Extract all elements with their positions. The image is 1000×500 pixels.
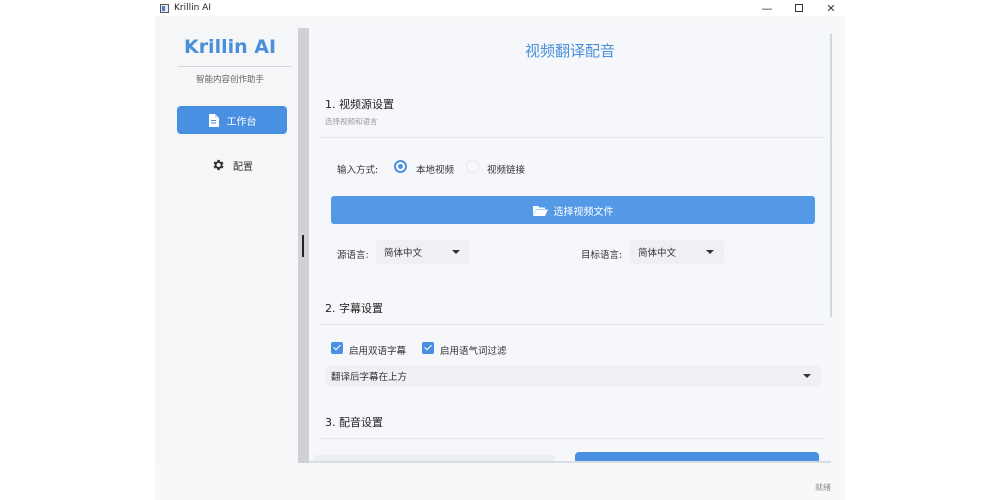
main-content: 视频翻译配音 1. 视频源设置 选择视频和语言 输入方式: 本地视频 视频链接 … <box>309 30 831 463</box>
target-language-select[interactable]: 简体中文 <box>630 240 724 264</box>
subtitle-position-select[interactable]: 翻译后字幕在上方 <box>325 366 821 386</box>
select-video-file-button[interactable]: 选择视频文件 <box>331 196 815 224</box>
horizontal-scrollbar[interactable] <box>309 461 831 463</box>
input-mode-label: 输入方式: <box>337 165 379 176</box>
subtitle-position-value: 翻译后字幕在上方 <box>331 372 408 383</box>
splitter-handle[interactable] <box>302 235 304 257</box>
chevron-down-icon <box>803 374 811 378</box>
target-language-value: 简体中文 <box>638 248 677 259</box>
gear-icon <box>211 158 225 172</box>
sidebar: Krillin AI 智能内容创作助手 工作台 配置 <box>155 16 305 463</box>
checkbox-bilingual-subtitles-label[interactable]: 启用双语字幕 <box>349 343 406 357</box>
chevron-down-icon <box>706 250 714 254</box>
sidebar-item-label: 配置 <box>233 161 253 173</box>
folder-open-icon <box>532 205 548 216</box>
title-bar: Krillin AI — ✕ <box>155 0 845 16</box>
section-dubbing-title: 3. 配音设置 <box>325 416 383 429</box>
section-subtitle-title: 2. 字幕设置 <box>325 302 383 315</box>
section-divider <box>319 438 825 439</box>
close-button[interactable]: ✕ <box>815 0 847 16</box>
app-window: Krillin AI — ✕ Krillin AI 智能内容创作助手 工作台 配… <box>155 0 845 500</box>
section-video-source-title: 1. 视频源设置 <box>325 98 394 111</box>
brand-logo: Krillin AI <box>183 36 277 58</box>
maximize-button[interactable] <box>783 0 815 16</box>
radio-video-link-label[interactable]: 视频链接 <box>487 162 525 176</box>
target-language-label: 目标语言: <box>581 250 623 261</box>
page-title: 视频翻译配音 <box>524 42 615 60</box>
checkbox-filler-filter-label[interactable]: 启用语气词过滤 <box>440 343 507 357</box>
sidebar-item-config[interactable]: 配置 <box>177 151 287 179</box>
brand-subtitle: 智能内容创作助手 <box>195 75 264 85</box>
select-video-file-label: 选择视频文件 <box>553 206 614 218</box>
sidebar-item-workbench[interactable]: 工作台 <box>177 106 287 134</box>
sidebar-item-label: 工作台 <box>226 116 257 128</box>
app-icon <box>160 3 169 13</box>
maximize-icon <box>795 4 803 12</box>
checkbox-bilingual-subtitles[interactable] <box>331 342 343 354</box>
radio-video-link[interactable] <box>466 160 479 173</box>
brand-divider <box>178 66 292 67</box>
radio-local-video[interactable] <box>394 160 407 173</box>
radio-local-video-label[interactable]: 本地视频 <box>416 162 454 176</box>
section-video-source-hint: 选择视频和语言 <box>325 117 378 126</box>
source-language-value: 简体中文 <box>384 248 423 259</box>
section-divider <box>319 137 825 138</box>
window-title: Krillin AI <box>174 3 211 13</box>
vertical-scrollbar[interactable] <box>830 34 832 317</box>
chevron-down-icon <box>452 250 460 254</box>
source-language-select[interactable]: 简体中文 <box>376 240 470 264</box>
section-divider <box>319 324 825 325</box>
minimize-button[interactable]: — <box>751 0 783 16</box>
file-icon <box>208 113 219 127</box>
source-language-label: 源语言: <box>337 250 369 261</box>
status-text: 就绪 <box>815 483 831 492</box>
checkbox-filler-filter[interactable] <box>422 342 434 354</box>
